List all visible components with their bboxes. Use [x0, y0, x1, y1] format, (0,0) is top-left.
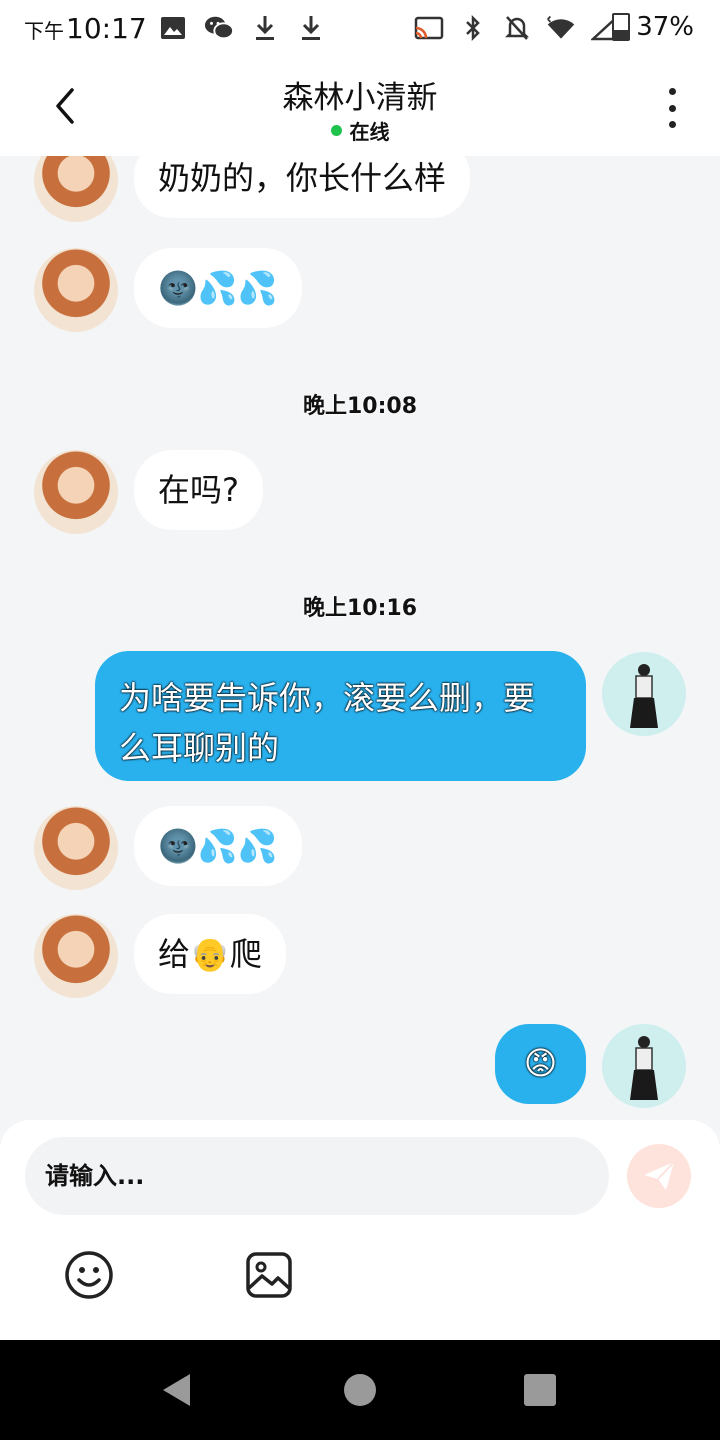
- peer-avatar[interactable]: [34, 450, 118, 534]
- wechat-icon: [204, 14, 234, 42]
- peer-message-bubble[interactable]: 🌚💦💦: [134, 806, 302, 886]
- more-dot-icon: [668, 104, 676, 112]
- battery-icon: [612, 13, 631, 41]
- bluetooth-icon: [458, 14, 488, 42]
- battery-percent: 37%: [636, 12, 694, 42]
- image-picker-button[interactable]: [244, 1250, 294, 1300]
- peer-avatar[interactable]: [34, 806, 118, 890]
- peer-message-bubble[interactable]: 奶奶的，你长什么样: [134, 156, 471, 218]
- message-list[interactable]: 奶奶的，你长什么样 🌚💦💦 晚上10:08 在吗? 晚上10:16 为啥要告诉你…: [0, 156, 720, 1120]
- bell-off-icon: [502, 14, 532, 42]
- more-dot-icon: [668, 88, 676, 95]
- triangle-back-icon: [163, 1374, 190, 1406]
- message-text-line: 么耳聊别的: [119, 729, 280, 767]
- download-icon: [250, 14, 280, 42]
- battery-indicator: 37%: [612, 12, 694, 42]
- peer-message-bubble[interactable]: 在吗?: [134, 450, 263, 530]
- status-clock: 10:17: [66, 12, 147, 45]
- presence-label: 在线: [349, 120, 390, 144]
- status-bar: 下午 10:17 37%: [0, 0, 720, 58]
- nav-back-button[interactable]: [160, 1372, 194, 1412]
- notification-icons: [158, 14, 326, 42]
- peer-avatar[interactable]: [34, 248, 118, 332]
- nav-recents-button[interactable]: [524, 1374, 556, 1406]
- more-options-button[interactable]: [660, 88, 684, 128]
- send-button[interactable]: [627, 1144, 691, 1208]
- message-composer: [0, 1120, 720, 1340]
- peer-message-bubble[interactable]: 给👴爬: [134, 914, 286, 994]
- message-text-line: 为啥要告诉你，滚要么删，要: [119, 679, 536, 717]
- smiley-icon: [65, 1251, 113, 1299]
- contact-name: 森林小清新: [282, 80, 438, 116]
- gallery-icon: [246, 1252, 292, 1298]
- self-message-bubble[interactable]: 为啥要告诉你，滚要么删，要 么耳聊别的: [95, 651, 586, 781]
- online-dot-icon: [330, 125, 342, 136]
- message-input[interactable]: [25, 1137, 609, 1215]
- status-ampm: 下午: [24, 19, 64, 43]
- self-message-bubble[interactable]: 😡: [495, 1024, 586, 1104]
- self-avatar[interactable]: [602, 652, 686, 736]
- paper-plane-icon: [644, 1161, 675, 1190]
- status-time: 下午 10:17: [24, 12, 147, 45]
- more-dot-icon: [668, 121, 676, 128]
- peer-avatar[interactable]: [34, 914, 118, 998]
- self-avatar[interactable]: [602, 1024, 686, 1108]
- timestamp: 晚上10:08: [302, 394, 418, 419]
- system-nav-bar: [0, 1340, 720, 1440]
- download-icon: [296, 14, 326, 42]
- person-figure-icon: [630, 1036, 658, 1100]
- system-icons: [414, 14, 620, 42]
- nav-home-button[interactable]: [344, 1374, 376, 1406]
- cast-icon: [414, 14, 444, 42]
- peer-message-bubble[interactable]: 🌚💦💦: [134, 248, 302, 328]
- image-icon: [158, 14, 188, 42]
- presence-status: 在线: [0, 116, 720, 145]
- emoji-button[interactable]: [64, 1250, 114, 1300]
- person-figure-icon: [630, 664, 658, 728]
- peer-avatar[interactable]: [34, 156, 118, 222]
- timestamp: 晚上10:16: [302, 596, 418, 621]
- chat-header: 森林小清新 在线: [0, 58, 720, 156]
- wifi-icon: [546, 14, 576, 42]
